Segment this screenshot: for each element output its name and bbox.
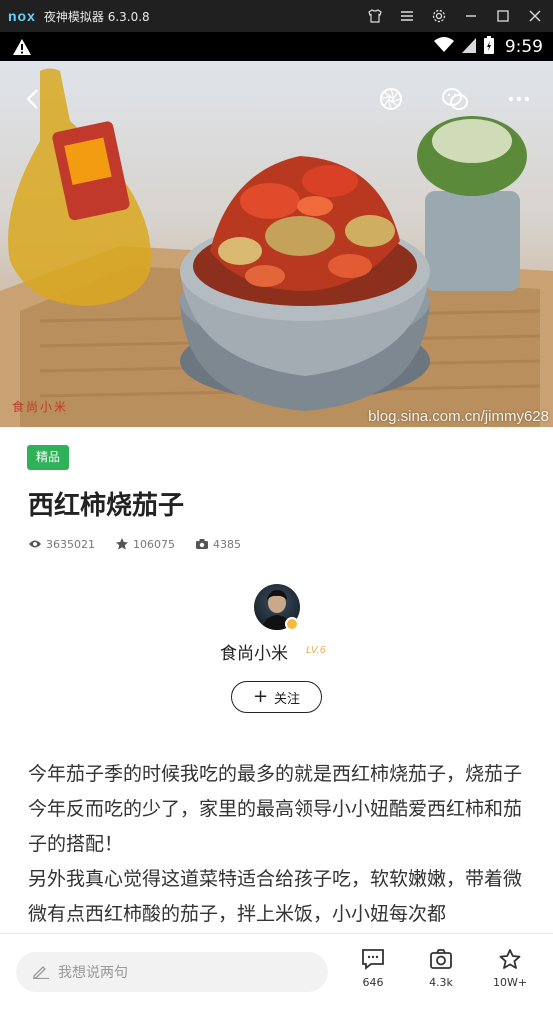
maximize-icon[interactable]: [495, 8, 511, 24]
recipe-cover-image: 食尚小米 blog.sina.com.cn/jimmy628: [0, 61, 553, 427]
photos-count: 4385: [213, 537, 241, 551]
eye-icon: [29, 540, 41, 548]
close-icon[interactable]: [527, 8, 543, 24]
recipe-title: 西红柿烧茄子: [28, 491, 185, 521]
comment-placeholder: 我想说两句: [58, 965, 128, 981]
back-button[interactable]: [17, 83, 49, 115]
more-button[interactable]: [503, 83, 535, 115]
upload-photo-button[interactable]: 4.3k: [417, 948, 465, 989]
favorite-button[interactable]: 10W+: [486, 948, 534, 989]
favorites-count: 106075: [133, 537, 175, 551]
wechat-icon: [442, 88, 468, 110]
signal-icon: [461, 36, 477, 58]
food-photo: [0, 68, 553, 427]
author-name[interactable]: 食尚小米: [220, 639, 288, 664]
star-outline-icon: [499, 949, 521, 969]
battery-icon: [483, 35, 495, 59]
warning-icon: [12, 38, 32, 60]
description-paragraph: 另外我真心觉得这道菜特适合给孩子吃，软软嫩嫩，带着微微有点西红柿酸的茄子，拌上米…: [28, 868, 523, 925]
recipe-stats: 3635021 106075 4385: [28, 537, 261, 551]
follow-button[interactable]: + 关注: [231, 681, 322, 713]
recipe-content: 精品 西红柿烧茄子 3635021 106075 4385 食尚小米 LV.6 …: [0, 427, 553, 933]
favorites-stat: 106075: [115, 537, 175, 551]
vip-badge-icon: [285, 617, 299, 631]
pencil-icon: [33, 966, 49, 979]
camera-icon: [430, 949, 452, 969]
nox-logo: nox: [8, 8, 36, 24]
views-stat: 3635021: [28, 538, 95, 551]
share-moments-button[interactable]: [375, 83, 407, 115]
comments-count: 646: [362, 976, 384, 989]
author-level: LV.6: [306, 645, 327, 656]
featured-badge: 精品: [27, 445, 70, 470]
favorites-action-count: 10W+: [492, 976, 528, 989]
emulator-title: 夜神模拟器 6.3.0.8: [43, 9, 150, 24]
share-wechat-button[interactable]: [439, 83, 471, 115]
comment-bubble-icon: [362, 949, 384, 970]
recipe-description: 今年茄子季的时候我吃的最多的就是西红柿烧茄子，烧茄子今年反而吃的少了，家里的最高…: [28, 757, 528, 932]
follow-label: 关注: [274, 691, 301, 707]
bottom-action-bar: 我想说两句 646 4.3k 10W+: [0, 933, 553, 1010]
photo-watermark: blog.sina.com.cn/jimmy628: [368, 408, 549, 425]
emulator-title-bar: nox 夜神模拟器 6.3.0.8: [0, 0, 553, 32]
description-paragraph: 今年茄子季的时候我吃的最多的就是西红柿烧茄子，烧茄子今年反而吃的少了，家里的最高…: [28, 763, 523, 855]
plus-icon: +: [252, 686, 269, 707]
more-dots-icon: [508, 96, 530, 102]
star-icon: [116, 538, 128, 550]
status-time: 9:59: [504, 36, 543, 57]
gear-icon[interactable]: [431, 8, 447, 24]
photo-signature: 食尚小米: [12, 400, 69, 414]
photos-action-count: 4.3k: [429, 976, 453, 989]
minimize-icon[interactable]: [463, 8, 479, 24]
photos-stat: 4385: [195, 538, 241, 551]
aperture-icon: [380, 88, 402, 110]
comment-input[interactable]: 我想说两句: [16, 952, 328, 992]
chevron-left-icon: [26, 89, 38, 109]
menu-icon[interactable]: [399, 8, 415, 24]
status-bar: 9:59: [0, 32, 553, 61]
wifi-icon: [433, 36, 455, 58]
shirt-icon[interactable]: [367, 8, 383, 24]
views-count: 3635021: [46, 537, 95, 551]
comments-button[interactable]: 646: [349, 948, 397, 989]
camera-icon: [196, 539, 208, 549]
